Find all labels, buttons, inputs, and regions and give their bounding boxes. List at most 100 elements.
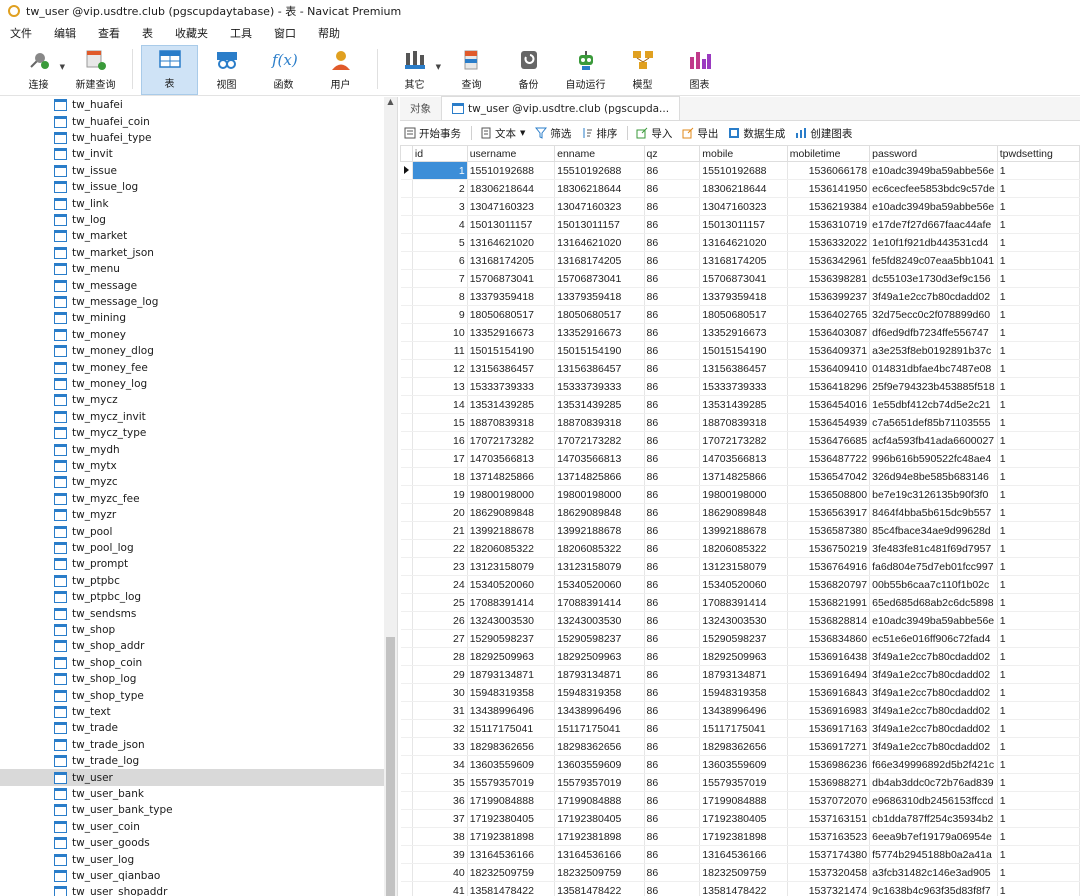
- cell-password[interactable]: a3e253f8eb0192891b37c: [869, 341, 998, 360]
- cell-enname[interactable]: 13047160323: [554, 197, 645, 216]
- scroll-up-arrow-icon[interactable]: ▲: [384, 97, 397, 111]
- cell-password[interactable]: f5774b2945188b0a2a41a: [869, 845, 998, 864]
- cell-enname[interactable]: 18870839318: [554, 413, 645, 432]
- cell-password[interactable]: dc55103e1730d3ef9c156: [869, 269, 998, 288]
- row-marker[interactable]: [400, 575, 413, 594]
- row-marker[interactable]: [400, 809, 413, 828]
- cell-enname[interactable]: 13164536166: [554, 845, 645, 864]
- cell-qz[interactable]: 86: [644, 251, 701, 270]
- row-marker[interactable]: [400, 863, 413, 882]
- cell-enname[interactable]: 14703566813: [554, 449, 645, 468]
- cell-qz[interactable]: 86: [644, 395, 701, 414]
- cell-password[interactable]: 3f49a1e2cc7b80cdadd02: [869, 287, 998, 306]
- cell-id[interactable]: 20: [412, 503, 468, 522]
- cell-enname[interactable]: 15015154190: [554, 341, 645, 360]
- create-chart-button[interactable]: 创建图表: [795, 126, 852, 141]
- cell-tpwdsetting[interactable]: 1: [997, 413, 1080, 432]
- cell-mobiletime[interactable]: 1536332022: [787, 233, 871, 252]
- cell-id[interactable]: 16: [412, 431, 468, 450]
- cell-password[interactable]: 326d94e8be585b683146: [869, 467, 998, 486]
- text-button[interactable]: 文本 ▼: [480, 126, 525, 141]
- sidebar-table-item[interactable]: tw_user_coin: [0, 819, 385, 835]
- cell-tpwdsetting[interactable]: 1: [997, 431, 1080, 450]
- cell-mobiletime[interactable]: 1536141950: [787, 179, 871, 198]
- cell-mobile[interactable]: 18629089848: [699, 503, 788, 522]
- cell-tpwdsetting[interactable]: 1: [997, 305, 1080, 324]
- cell-mobile[interactable]: 18870839318: [699, 413, 788, 432]
- cell-mobile[interactable]: 13352916673: [699, 323, 788, 342]
- cell-id[interactable]: 31: [412, 701, 468, 720]
- sidebar-table-item[interactable]: tw_huafei_type: [0, 130, 385, 146]
- cell-tpwdsetting[interactable]: 1: [997, 647, 1080, 666]
- cell-mobile[interactable]: 18306218644: [699, 179, 788, 198]
- cell-mobile[interactable]: 17192380405: [699, 809, 788, 828]
- sidebar-table-item[interactable]: tw_myzc: [0, 474, 385, 490]
- cell-qz[interactable]: 86: [644, 827, 701, 846]
- cell-password[interactable]: cb1dda787ff254c35934b2: [869, 809, 998, 828]
- table-row[interactable]: 29 18793134871 18793134871 86 18793134871 153…: [400, 665, 1080, 684]
- sidebar-table-item[interactable]: tw_myzr: [0, 507, 385, 523]
- cell-mobile[interactable]: 18050680517: [699, 305, 788, 324]
- cell-qz[interactable]: 86: [644, 287, 701, 306]
- cell-mobiletime[interactable]: 1536310719: [787, 215, 871, 234]
- cell-mobile[interactable]: 13603559609: [699, 755, 788, 774]
- column-header-id[interactable]: id: [411, 145, 468, 162]
- cell-enname[interactable]: 13531439285: [554, 395, 645, 414]
- cell-password[interactable]: 3f49a1e2cc7b80cdadd02: [869, 737, 998, 756]
- row-marker[interactable]: [400, 683, 413, 702]
- cell-mobiletime[interactable]: 1536409410: [787, 359, 871, 378]
- cell-username[interactable]: 18298362656: [467, 737, 556, 756]
- cell-username[interactable]: 15015154190: [467, 341, 556, 360]
- cell-tpwdsetting[interactable]: 1: [997, 323, 1080, 342]
- cell-tpwdsetting[interactable]: 1: [997, 611, 1080, 630]
- cell-mobile[interactable]: 18206085322: [699, 539, 788, 558]
- cell-id[interactable]: 9: [412, 305, 468, 324]
- cell-tpwdsetting[interactable]: 1: [997, 485, 1080, 504]
- row-marker[interactable]: [400, 557, 413, 576]
- row-marker[interactable]: [400, 431, 413, 450]
- cell-tpwdsetting[interactable]: 1: [997, 575, 1080, 594]
- column-header-enname[interactable]: enname: [554, 145, 645, 162]
- cell-username[interactable]: 13603559609: [467, 755, 556, 774]
- toolbar-connect-button[interactable]: 连接 ▼: [10, 45, 67, 95]
- cell-enname[interactable]: 18629089848: [554, 503, 645, 522]
- row-marker[interactable]: [400, 593, 413, 612]
- cell-enname[interactable]: 17199084888: [554, 791, 645, 810]
- cell-id[interactable]: 33: [412, 737, 468, 756]
- cell-enname[interactable]: 13164621020: [554, 233, 645, 252]
- cell-username[interactable]: 13531439285: [467, 395, 556, 414]
- cell-mobiletime[interactable]: 1536917163: [787, 719, 871, 738]
- row-marker[interactable]: [400, 215, 413, 234]
- cell-password[interactable]: 3f49a1e2cc7b80cdadd02: [869, 683, 998, 702]
- cell-password[interactable]: 014831dbfae4bc7487e08: [869, 359, 998, 378]
- cell-username[interactable]: 17072173282: [467, 431, 556, 450]
- cell-id[interactable]: 17: [412, 449, 468, 468]
- sidebar-table-item[interactable]: tw_user: [0, 769, 385, 786]
- sidebar-table-item[interactable]: tw_log: [0, 212, 385, 228]
- cell-qz[interactable]: 86: [644, 467, 701, 486]
- table-row[interactable]: 18 13714825866 13714825866 86 13714825866 153…: [400, 467, 1080, 486]
- cell-id[interactable]: 21: [412, 521, 468, 540]
- cell-username[interactable]: 18629089848: [467, 503, 556, 522]
- cell-qz[interactable]: 86: [644, 719, 701, 738]
- cell-mobiletime[interactable]: 1536820797: [787, 575, 871, 594]
- cell-mobiletime[interactable]: 1536403087: [787, 323, 871, 342]
- cell-qz[interactable]: 86: [644, 431, 701, 450]
- cell-qz[interactable]: 86: [644, 359, 701, 378]
- cell-mobiletime[interactable]: 1536587380: [787, 521, 871, 540]
- cell-tpwdsetting[interactable]: 1: [997, 809, 1080, 828]
- cell-id[interactable]: 10: [412, 323, 468, 342]
- cell-tpwdsetting[interactable]: 1: [997, 737, 1080, 756]
- table-row[interactable]: 30 15948319358 15948319358 86 15948319358 153…: [400, 683, 1080, 702]
- cell-qz[interactable]: 86: [644, 611, 701, 630]
- cell-tpwdsetting[interactable]: 1: [997, 215, 1080, 234]
- cell-id[interactable]: 37: [412, 809, 468, 828]
- cell-qz[interactable]: 86: [644, 323, 701, 342]
- cell-username[interactable]: 15510192688: [467, 161, 556, 180]
- toolbar-automation-button[interactable]: 自动运行: [557, 45, 614, 95]
- cell-tpwdsetting[interactable]: 1: [997, 827, 1080, 846]
- cell-username[interactable]: 19800198000: [467, 485, 556, 504]
- row-marker[interactable]: [400, 503, 413, 522]
- cell-username[interactable]: 17199084888: [467, 791, 556, 810]
- cell-tpwdsetting[interactable]: 1: [997, 773, 1080, 792]
